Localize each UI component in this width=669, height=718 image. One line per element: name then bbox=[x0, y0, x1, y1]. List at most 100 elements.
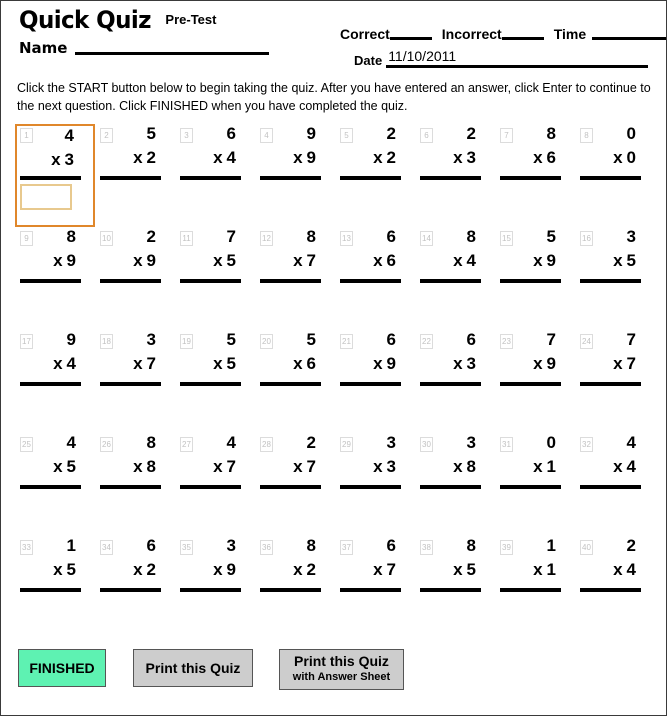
incorrect-label: Incorrect bbox=[441, 26, 502, 42]
answer-rule bbox=[260, 176, 321, 180]
operand-bottom-value: 6 bbox=[546, 148, 556, 167]
operand-top: 8 bbox=[466, 227, 476, 246]
operand-top: 7 bbox=[626, 330, 636, 349]
operand-bottom: x0 bbox=[613, 148, 636, 168]
operand-bottom: x5 bbox=[453, 560, 476, 580]
operand-top: 6 bbox=[226, 124, 236, 143]
problem-cell[interactable]: 25x2 bbox=[95, 124, 175, 227]
problem-cell[interactable]: 14 8 x 4 bbox=[415, 227, 495, 330]
print-quiz-button[interactable]: Print this Quiz bbox=[133, 649, 253, 687]
answer-input[interactable] bbox=[20, 184, 72, 210]
problem-cell[interactable]: 13 6 x 6 bbox=[335, 227, 415, 330]
problem-number-badge: 28 bbox=[260, 437, 273, 452]
problem-cell[interactable]: 32 4 x 4 bbox=[575, 433, 655, 536]
problem-cell[interactable]: 34 6 x 2 bbox=[95, 536, 175, 639]
date-input[interactable]: 11/10/2011 bbox=[386, 48, 649, 68]
multiply-operator: x bbox=[213, 251, 223, 270]
problem-cell[interactable]: 19 5 x 5 bbox=[175, 330, 255, 433]
operand-bottom-value: 4 bbox=[466, 251, 476, 270]
problem-number-badge: 2 bbox=[100, 128, 113, 143]
operand-top: 8 bbox=[66, 227, 76, 246]
title-block: Quick Quiz Pre-Test bbox=[19, 7, 217, 35]
name-input-line[interactable] bbox=[75, 51, 270, 55]
multiply-operator: x bbox=[453, 354, 463, 373]
problem-cell[interactable]: 26 8 x 8 bbox=[95, 433, 175, 536]
operand-bottom-value: 2 bbox=[386, 148, 396, 167]
operand-bottom-value: 5 bbox=[66, 560, 76, 579]
problem-cell[interactable]: 30 3 x 8 bbox=[415, 433, 495, 536]
problem-number-badge: 19 bbox=[180, 334, 193, 349]
problem-cell[interactable]: 52x2 bbox=[335, 124, 415, 227]
operand-top: 8 bbox=[306, 536, 316, 555]
date-label: Date bbox=[354, 53, 383, 68]
problem-cell[interactable]: 36 8 x 2 bbox=[255, 536, 335, 639]
problem-number-badge: 10 bbox=[100, 231, 113, 246]
multiply-operator: x bbox=[533, 457, 543, 476]
operand-top: 4 bbox=[226, 433, 236, 452]
problem-cell[interactable]: 21 6 x 9 bbox=[335, 330, 415, 433]
quiz-type-label: Pre-Test bbox=[165, 12, 217, 27]
problem-cell[interactable]: 39 1 x 1 bbox=[495, 536, 575, 639]
problem-cell[interactable]: 38 8 x 5 bbox=[415, 536, 495, 639]
problem-cell[interactable]: 15 5 x 9 bbox=[495, 227, 575, 330]
problem-cell[interactable]: 80x0 bbox=[575, 124, 655, 227]
operand-top: 3 bbox=[466, 433, 476, 452]
problem-cell[interactable]: 12 8 x 7 bbox=[255, 227, 335, 330]
problem-cell[interactable]: 33 1 x 5 bbox=[15, 536, 95, 639]
problem-cell[interactable]: 18 3 x 7 bbox=[95, 330, 175, 433]
operand-top: 9 bbox=[66, 330, 76, 349]
problem-cell[interactable]: 27 4 x 7 bbox=[175, 433, 255, 536]
problem-cell[interactable]: 31 0 x 1 bbox=[495, 433, 575, 536]
problem-number-badge: 5 bbox=[340, 128, 353, 143]
print-quiz-with-answers-button[interactable]: Print this Quiz with Answer Sheet bbox=[279, 649, 404, 690]
answer-rule bbox=[580, 588, 641, 592]
problem-cell[interactable]: 11 7 x 5 bbox=[175, 227, 255, 330]
multiply-operator: x bbox=[373, 354, 383, 373]
problem-cell[interactable]: 10 2 x 9 bbox=[95, 227, 175, 330]
problem-cell[interactable]: 22 6 x 3 bbox=[415, 330, 495, 433]
multiply-operator: x bbox=[533, 251, 543, 270]
problem-number-badge: 36 bbox=[260, 540, 273, 555]
operand-bottom: x9 bbox=[53, 251, 76, 271]
operand-top: 0 bbox=[546, 433, 556, 452]
answer-rule bbox=[340, 588, 401, 592]
operand-bottom: x6 bbox=[533, 148, 556, 168]
problem-cell[interactable]: 29 3 x 3 bbox=[335, 433, 415, 536]
answer-rule bbox=[100, 588, 161, 592]
finished-button[interactable]: FINISHED bbox=[18, 649, 106, 687]
problem-cell[interactable]: 20 5 x 6 bbox=[255, 330, 335, 433]
multiply-operator: x bbox=[133, 251, 143, 270]
problem-cell[interactable]: 35 3 x 9 bbox=[175, 536, 255, 639]
answer-rule bbox=[20, 588, 81, 592]
problem-number-badge: 7 bbox=[500, 128, 513, 143]
operand-bottom-value: 9 bbox=[226, 560, 236, 579]
problem-cell[interactable]: 49x9 bbox=[255, 124, 335, 227]
problem-cell[interactable]: 16 3 x 5 bbox=[575, 227, 655, 330]
operand-bottom-value: 1 bbox=[546, 560, 556, 579]
problem-cell[interactable]: 98x9 bbox=[15, 227, 95, 330]
date-field-row: Date 11/10/2011 bbox=[354, 48, 649, 68]
name-field-row: Name bbox=[19, 39, 270, 57]
multiply-operator: x bbox=[533, 148, 543, 167]
problem-cell[interactable]: 14x3 bbox=[15, 124, 95, 227]
problem-cell[interactable]: 37 6 x 7 bbox=[335, 536, 415, 639]
problem-cell[interactable]: 78x6 bbox=[495, 124, 575, 227]
problem-number-badge: 32 bbox=[580, 437, 593, 452]
problem-cell[interactable]: 23 7 x 9 bbox=[495, 330, 575, 433]
answer-rule bbox=[20, 176, 81, 180]
problem-cell[interactable]: 28 2 x 7 bbox=[255, 433, 335, 536]
time-blank bbox=[592, 36, 667, 40]
problem-cell[interactable]: 24 7 x 7 bbox=[575, 330, 655, 433]
operand-top: 1 bbox=[66, 536, 76, 555]
problem-row: 33 1 x 5 34 6 x 2 35 3 x 9 36 8 x 2 37 6 x 7 38 8 x 5 39 1 x 1 40 2 x 4 bbox=[15, 536, 655, 639]
operand-top: 2 bbox=[306, 433, 316, 452]
problem-cell[interactable]: 62x3 bbox=[415, 124, 495, 227]
problem-number-badge: 33 bbox=[20, 540, 33, 555]
problem-cell[interactable]: 40 2 x 4 bbox=[575, 536, 655, 639]
operand-top: 1 bbox=[546, 536, 556, 555]
answer-rule bbox=[340, 279, 401, 283]
multiply-operator: x bbox=[373, 148, 383, 167]
problem-cell[interactable]: 36x4 bbox=[175, 124, 255, 227]
problem-cell[interactable]: 17 9 x 4 bbox=[15, 330, 95, 433]
problem-cell[interactable]: 25 4 x 5 bbox=[15, 433, 95, 536]
